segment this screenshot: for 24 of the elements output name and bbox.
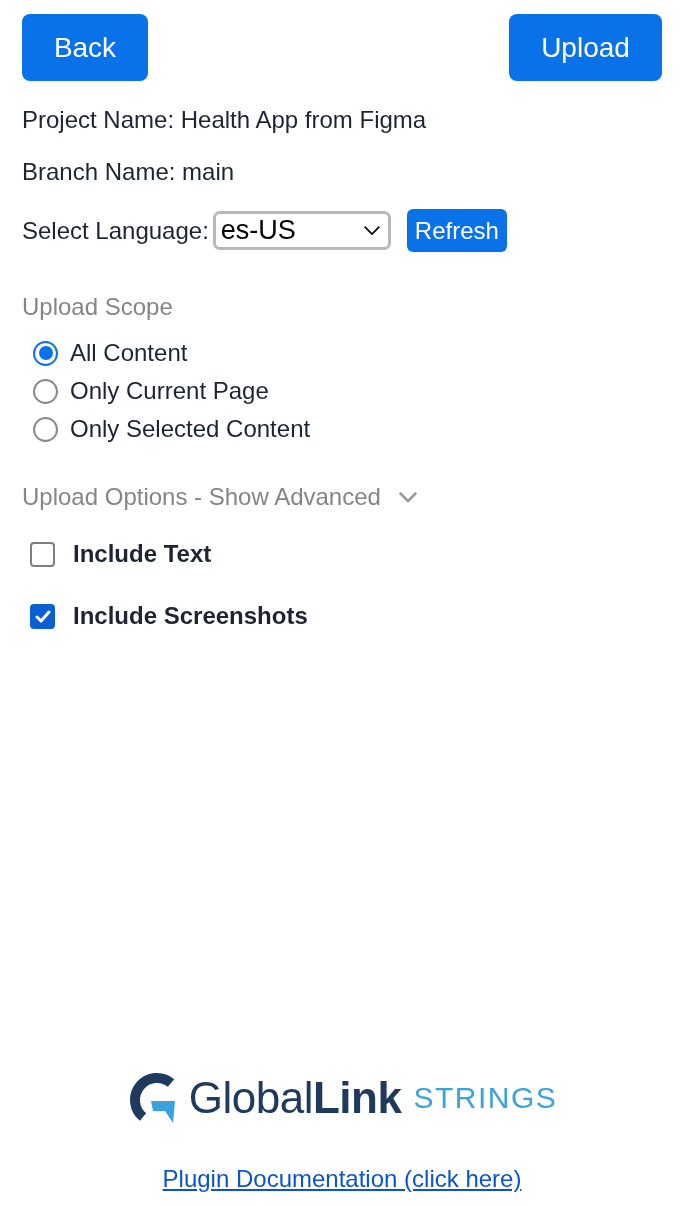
- language-select[interactable]: es-US: [212, 211, 391, 250]
- checkbox-label[interactable]: Include Text: [73, 536, 212, 572]
- project-name-text: Project Name: Health App from Figma: [22, 106, 428, 134]
- back-button[interactable]: Back: [22, 14, 148, 81]
- radio-button[interactable]: [33, 340, 58, 366]
- check-icon: [34, 609, 51, 623]
- branch-name-text: Branch Name: main: [22, 158, 236, 186]
- radio-label[interactable]: Only Current Page: [70, 373, 269, 409]
- section-heading[interactable]: Upload Options - Show Advanced: [22, 483, 381, 511]
- checkbox-label[interactable]: Include Screenshots: [73, 598, 308, 634]
- logo-wordmark: GlobalLink: [188, 1072, 402, 1124]
- checkbox[interactable]: [30, 541, 55, 567]
- radio-button[interactable]: [33, 416, 58, 442]
- radio-button[interactable]: [33, 378, 58, 404]
- radio-label[interactable]: All Content: [70, 335, 188, 371]
- section-heading: Upload Scope: [22, 293, 174, 321]
- checkbox[interactable]: [30, 603, 55, 629]
- chevron-down-icon[interactable]: [363, 225, 380, 236]
- documentation-link[interactable]: Plugin Documentation (click here): [162, 1165, 522, 1193]
- upload-button[interactable]: Upload: [509, 14, 662, 81]
- logo-product-name: STRINGS: [413, 1080, 558, 1116]
- refresh-button[interactable]: Refresh: [406, 209, 507, 252]
- language-label: Select Language:: [22, 216, 209, 245]
- radio-label[interactable]: Only Selected Content: [70, 411, 311, 447]
